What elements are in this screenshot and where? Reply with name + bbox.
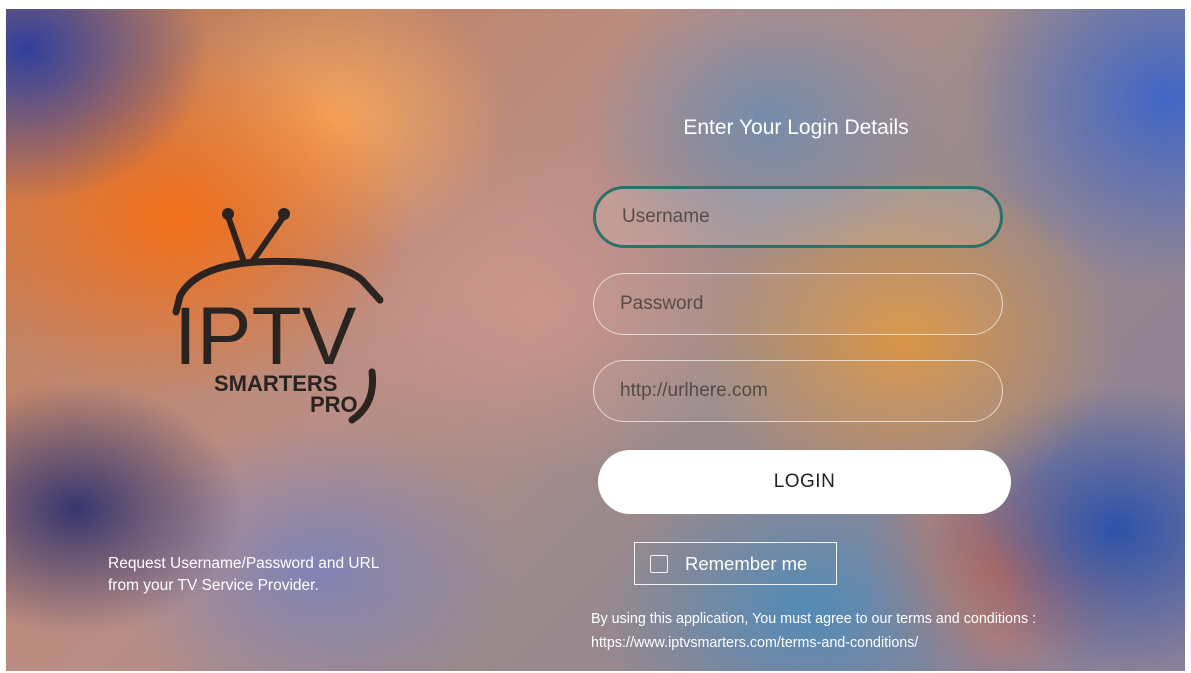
server-url-input[interactable] (593, 360, 1003, 422)
remember-me-checkbox[interactable] (650, 554, 668, 573)
provider-request-note: Request Username/Password and URL from y… (108, 553, 448, 597)
request-line-2: from your TV Service Provider. (108, 577, 319, 594)
terms-text: By using this application, You must agre… (591, 611, 1037, 627)
remember-me-label: Remember me (685, 552, 808, 574)
terms-link[interactable]: https://www.iptvsmarters.com/terms-and-c… (591, 635, 918, 651)
username-input[interactable] (593, 186, 1003, 248)
terms-notice: By using this application, You must agre… (591, 607, 1185, 655)
password-input[interactable] (593, 273, 1003, 335)
login-screen: IPTV SMARTERS PRO Request Username/Passw… (6, 9, 1185, 671)
logo-main-text: IPTV (174, 291, 357, 382)
request-line-1: Request Username/Password and URL (108, 555, 380, 572)
login-title: Enter Your Login Details (683, 116, 909, 139)
tv-logo-icon: IPTV SMARTERS PRO (172, 208, 384, 424)
remember-me-toggle[interactable]: Remember me (634, 542, 837, 585)
logo-tag-text: PRO (310, 392, 358, 417)
iptv-smarters-logo: IPTV SMARTERS PRO (166, 204, 396, 439)
login-button[interactable]: LOGIN (598, 450, 1011, 514)
